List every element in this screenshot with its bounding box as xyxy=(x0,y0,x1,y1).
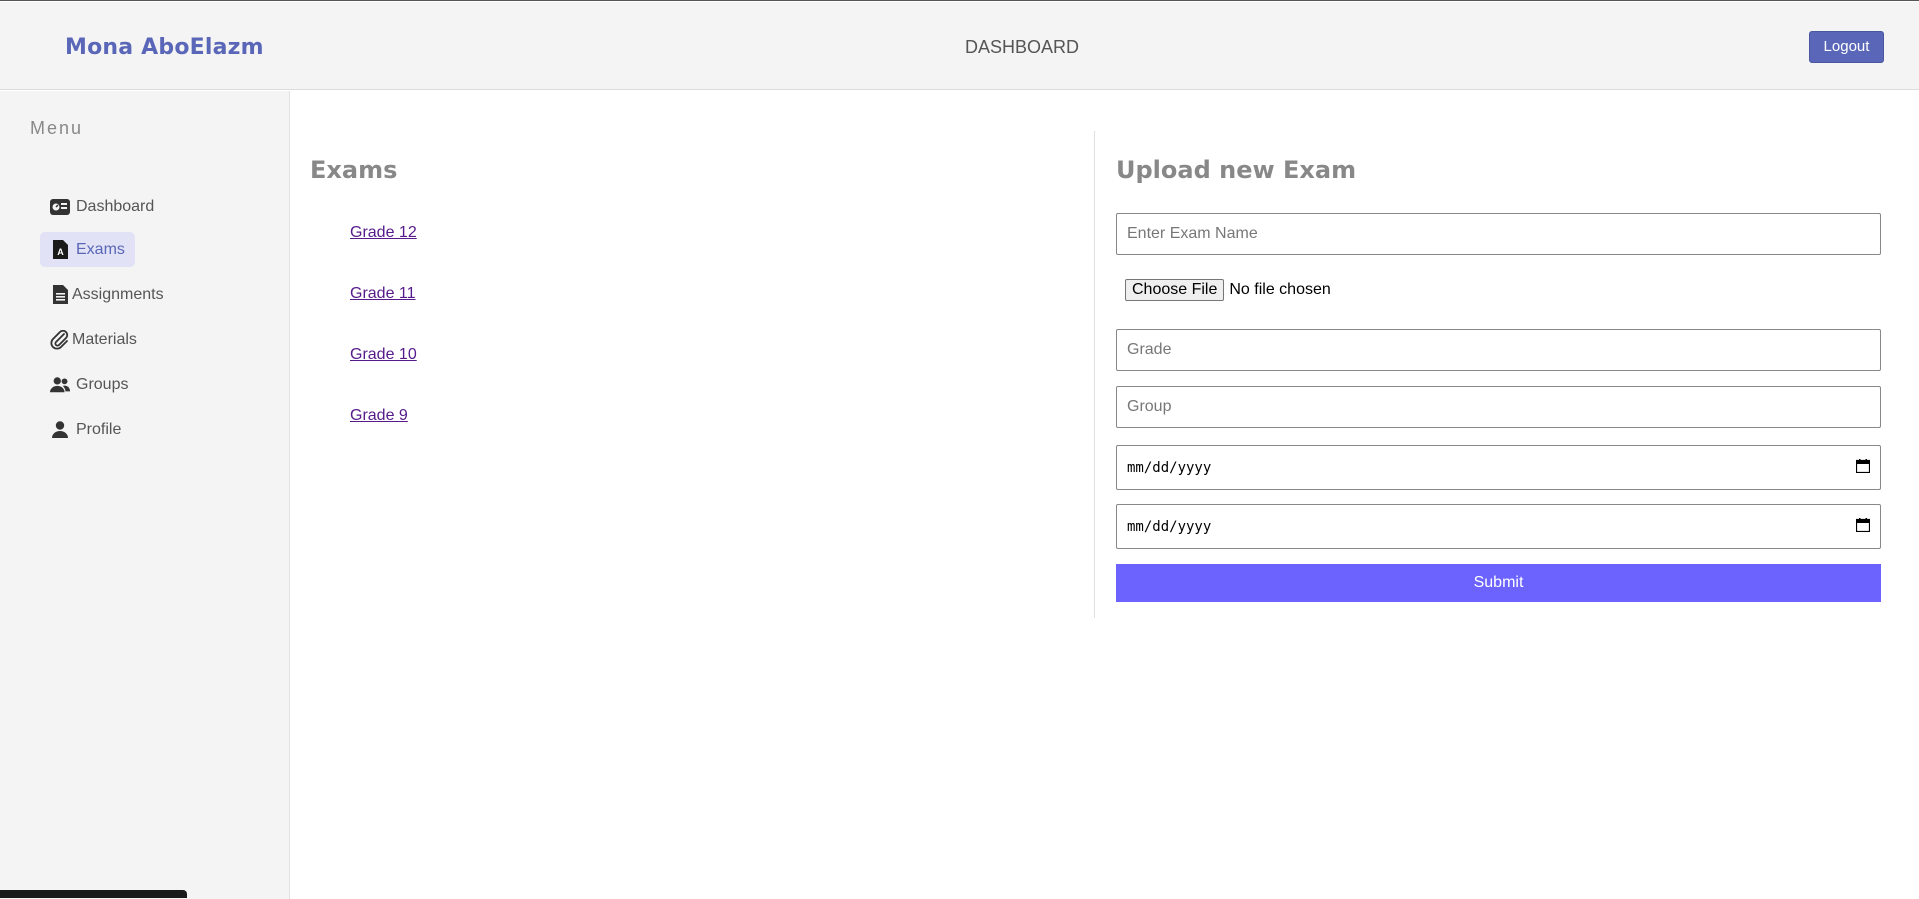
grade-link[interactable]: Grade 9 xyxy=(350,407,408,425)
dashboard-icon xyxy=(50,197,70,217)
menu-label: Menu xyxy=(30,118,84,138)
grade-link[interactable]: Grade 12 xyxy=(350,224,417,242)
start-date-input[interactable]: mm/dd/yyyy xyxy=(1116,445,1881,490)
exams-panel: Exams Grade 12 Grade 11 Grade 10 Grade 9 xyxy=(290,131,1095,618)
paperclip-icon xyxy=(50,329,70,350)
file-status: No file chosen xyxy=(1229,281,1331,298)
grade-link[interactable]: Grade 10 xyxy=(350,346,417,364)
sidebar-item-groups[interactable]: Groups xyxy=(40,367,138,402)
upload-panel: Upload new Exam Choose File No file chos… xyxy=(1096,131,1919,618)
file-picker: Choose File No file chosen xyxy=(1125,279,1331,301)
sidebar-item-label: Exams xyxy=(76,240,125,258)
date-placeholder: mm/dd/yyyy xyxy=(1127,518,1212,535)
sidebar-item-label: Profile xyxy=(76,420,122,438)
sidebar-item-label: Dashboard xyxy=(76,197,155,215)
browser-status-bar xyxy=(0,890,187,898)
logout-button[interactable]: Logout xyxy=(1809,31,1884,63)
end-date-input[interactable]: mm/dd/yyyy xyxy=(1116,504,1881,549)
submit-button[interactable]: Submit xyxy=(1116,564,1881,602)
page-title: DASHBOARD xyxy=(964,37,1080,57)
sidebar: Menu Dashboard A Exams Assignments Mater… xyxy=(0,91,290,899)
document-icon xyxy=(50,285,70,305)
sidebar-item-dashboard[interactable]: Dashboard xyxy=(40,189,164,224)
svg-text:A: A xyxy=(57,247,64,257)
sidebar-item-profile[interactable]: Profile xyxy=(40,412,131,447)
group-input[interactable] xyxy=(1116,386,1881,428)
sidebar-item-label: Assignments xyxy=(72,285,164,303)
top-header: Mona AboElazm DASHBOARD Logout xyxy=(0,2,1919,90)
sidebar-item-exams[interactable]: A Exams xyxy=(40,232,135,267)
calendar-icon xyxy=(1855,517,1871,536)
exam-file-icon: A xyxy=(50,240,70,260)
sidebar-item-assignments[interactable]: Assignments xyxy=(40,277,174,312)
calendar-icon xyxy=(1855,458,1871,477)
exam-name-input[interactable] xyxy=(1116,213,1881,255)
upload-heading: Upload new Exam xyxy=(1116,156,1357,184)
grade-input[interactable] xyxy=(1116,329,1881,371)
date-placeholder: mm/dd/yyyy xyxy=(1127,459,1212,476)
sidebar-item-label: Materials xyxy=(72,330,137,348)
user-icon xyxy=(50,420,70,440)
choose-file-button[interactable]: Choose File xyxy=(1125,279,1225,301)
users-icon xyxy=(50,375,70,395)
exams-heading: Exams xyxy=(310,156,398,184)
grade-link[interactable]: Grade 11 xyxy=(350,285,416,303)
sidebar-item-materials[interactable]: Materials xyxy=(40,322,147,357)
sidebar-item-label: Groups xyxy=(76,375,129,393)
